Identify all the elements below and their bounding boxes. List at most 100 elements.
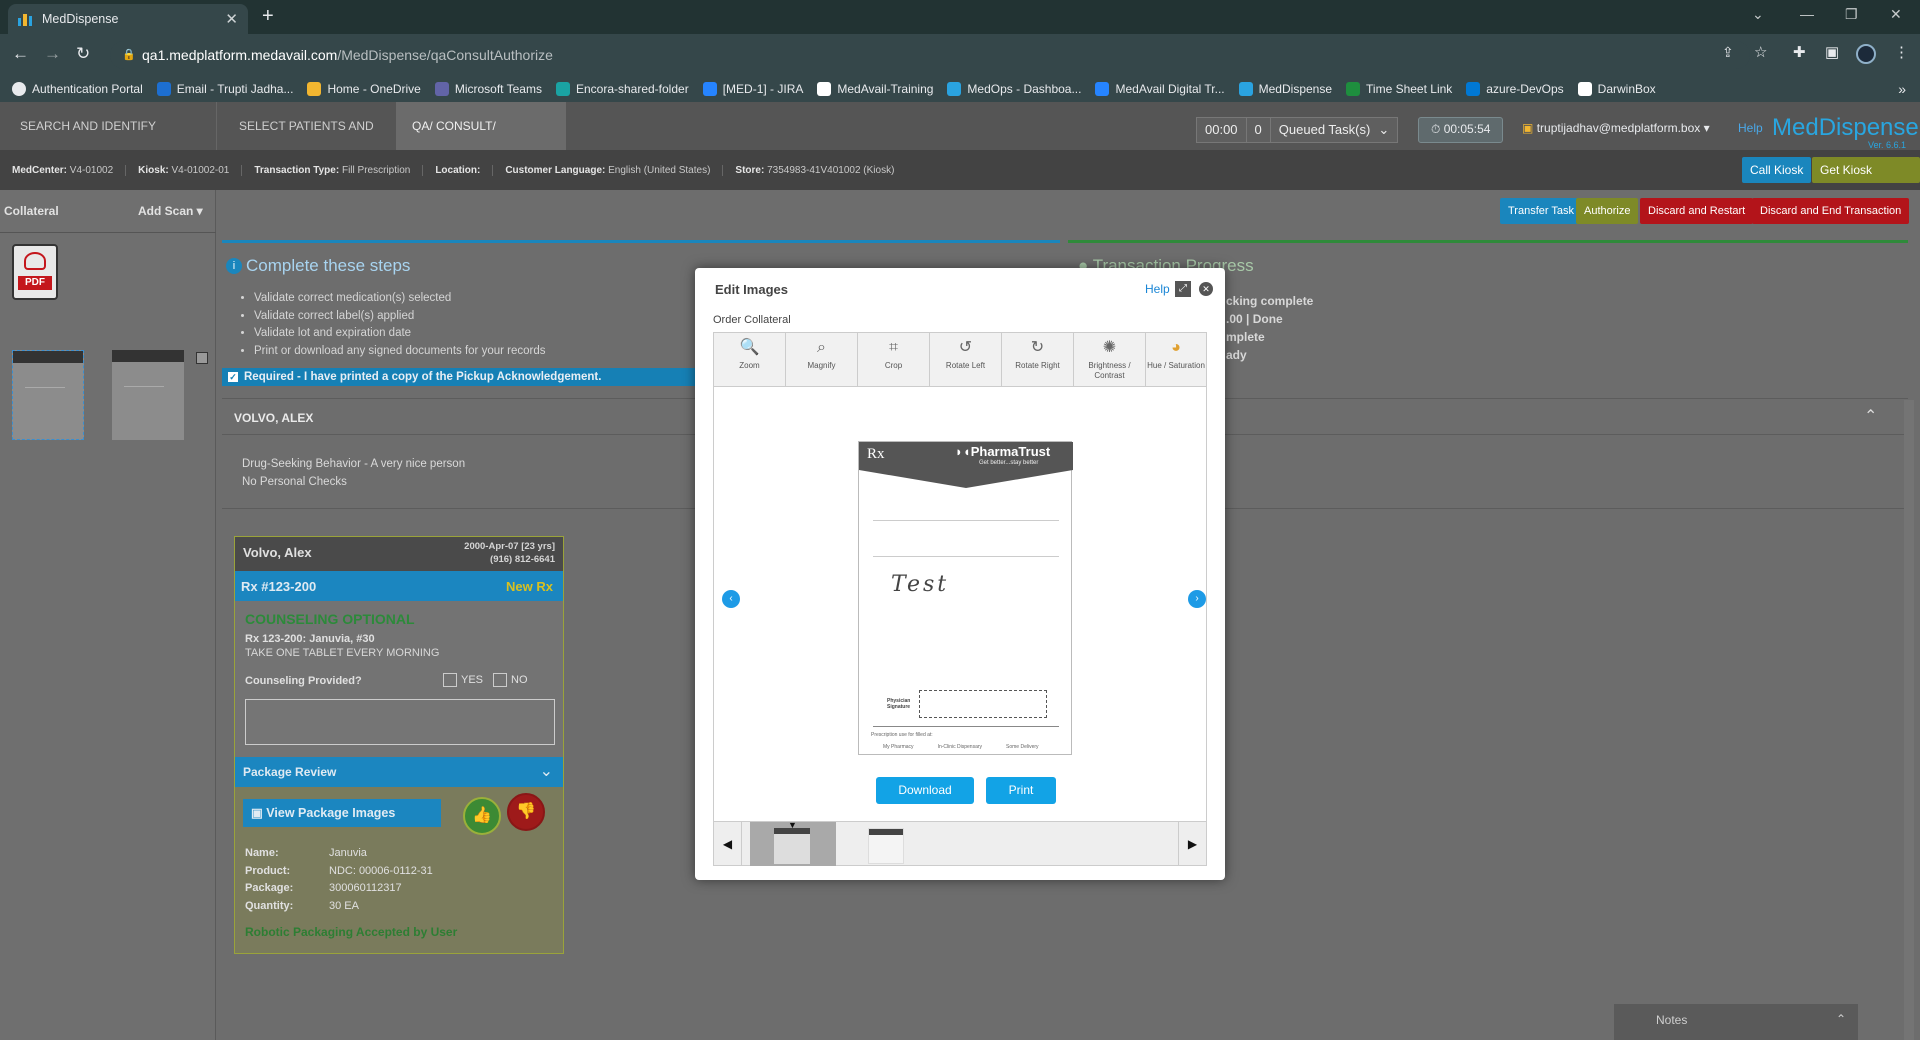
scrollbar[interactable] xyxy=(1904,400,1914,1040)
bookmark-item[interactable]: Email - Trupti Jadha... xyxy=(156,82,293,96)
bookmark-star-icon[interactable]: ☆ xyxy=(1754,43,1767,61)
step-item: Validate correct label(s) applied xyxy=(254,308,546,326)
yes-checkbox[interactable] xyxy=(443,673,457,687)
steps-title-text: Complete these steps xyxy=(246,256,411,275)
strip-thumbnail-selected[interactable]: ▼ xyxy=(750,820,836,866)
close-window-icon[interactable]: ✕ xyxy=(1890,6,1902,23)
browser-tab[interactable]: MedDispense ✕ xyxy=(8,4,248,34)
rotate-left-tool[interactable]: ↺ Rotate Left xyxy=(930,333,1002,387)
pdf-icon[interactable]: PDF xyxy=(12,244,58,300)
bookmark-label: DarwinBox xyxy=(1597,82,1656,96)
hue-saturation-tool[interactable]: ◕ Hue / Saturation xyxy=(1146,333,1206,387)
crumb-search-customer[interactable]: SEARCH AND IDENTIFY CUSTOMER xyxy=(0,102,216,181)
url-field[interactable]: 🔒 qa1.medplatform.medavail.com/MedDispen… xyxy=(110,41,1750,69)
select-checkbox[interactable] xyxy=(196,352,208,364)
thumbs-down-icon[interactable]: 👎 xyxy=(507,793,545,831)
collapse-chevron-icon[interactable]: ⌃ xyxy=(1864,406,1877,426)
thumbs-up-icon[interactable]: 👍 xyxy=(463,797,501,835)
bookmark-item[interactable]: Time Sheet Link xyxy=(1346,82,1452,96)
no-checkbox[interactable] xyxy=(493,673,507,687)
profile-avatar[interactable] xyxy=(1856,44,1876,64)
authorize-button[interactable]: Authorize xyxy=(1576,198,1639,224)
notes-label: Notes xyxy=(1656,1013,1688,1027)
call-kiosk-button[interactable]: Call Kiosk xyxy=(1742,157,1812,183)
collateral-thumbnail[interactable] xyxy=(112,350,184,440)
restore-icon[interactable]: ❐ xyxy=(1845,6,1858,23)
close-icon[interactable]: ✕ xyxy=(1199,282,1213,296)
discard-end-button[interactable]: Discard and End Transaction xyxy=(1752,198,1910,224)
bookmark-item[interactable]: Home - OneDrive xyxy=(307,82,421,96)
bookmark-item[interactable]: [MED-1] - JIRA xyxy=(702,82,803,96)
rx-card: Volvo, Alex 2000-Apr-07 [23 yrs] (916) 81… xyxy=(234,536,564,954)
get-kiosk-screen-button[interactable]: Get Kiosk Screen xyxy=(1812,157,1920,203)
menu-kebab-icon[interactable]: ⋮ xyxy=(1894,43,1909,61)
view-package-images-button[interactable]: ▣ View Package Images xyxy=(243,799,441,827)
counseling-yes[interactable]: YES xyxy=(443,673,483,687)
minimize-icon[interactable]: — xyxy=(1800,6,1814,22)
meddispense-logo: MedDispense xyxy=(1772,114,1919,142)
new-tab-icon[interactable]: + xyxy=(262,5,274,28)
onedrive-icon xyxy=(307,82,322,96)
crop-tool[interactable]: ⌗ Crop xyxy=(858,333,930,387)
tab-search-icon[interactable]: ⌄ xyxy=(1752,6,1764,23)
back-icon[interactable]: ← xyxy=(12,44,29,64)
field-value: NDC: 00006-0112-31 xyxy=(329,864,433,877)
bookmark-item[interactable]: MedDispense xyxy=(1238,82,1332,96)
edit-images-modal: Edit Images Help ⤢ ✕ Order Collateral 🔍 Z… xyxy=(695,268,1225,880)
document-preview: Rx ◗◖PharmaTrust Get better...stay bette… xyxy=(858,441,1073,755)
package-field: Package: 300060112317 xyxy=(245,880,433,898)
user-menu[interactable]: ▣ truptijadhav@medplatform.box ▾ xyxy=(1522,121,1710,135)
download-button[interactable]: Download xyxy=(876,777,974,804)
extensions-icon[interactable]: ✚ xyxy=(1793,43,1806,61)
strip-prev-icon[interactable]: ◀ xyxy=(714,822,742,866)
rx-bar[interactable]: Rx #123-200 New Rx xyxy=(235,571,563,601)
package-review-header[interactable]: Package Review ⌄ xyxy=(235,757,563,787)
expand-icon[interactable]: ⤢ xyxy=(1175,281,1191,297)
strip-thumbnail[interactable] xyxy=(844,822,930,866)
brightness-tool[interactable]: ✺ Brightness / Contrast xyxy=(1074,333,1146,387)
close-tab-icon[interactable]: ✕ xyxy=(225,10,238,28)
modal-help-link[interactable]: Help xyxy=(1145,282,1170,296)
bookmark-item[interactable]: MedAvail Digital Tr... xyxy=(1095,82,1225,96)
bookmarks-bar: Authentication Portal Email - Trupti Jad… xyxy=(0,76,1920,102)
magnify-tool[interactable]: ⌕ Magnify xyxy=(786,333,858,387)
help-link[interactable]: Help xyxy=(1738,121,1763,135)
next-image-icon[interactable]: › xyxy=(1188,590,1206,608)
bookmark-item[interactable]: Authentication Portal xyxy=(12,82,143,96)
counseling-no[interactable]: NO xyxy=(493,673,528,687)
transfer-task-button[interactable]: Transfer Task xyxy=(1500,198,1583,224)
bookmark-item[interactable]: Encora-shared-folder xyxy=(555,82,689,96)
darwinbox-icon xyxy=(1577,82,1592,96)
bookmark-item[interactable]: azure-DevOps xyxy=(1466,82,1564,96)
rotate-right-tool[interactable]: ↻ Rotate Right xyxy=(1002,333,1074,387)
strip-next-icon[interactable]: ▶ xyxy=(1178,822,1206,866)
zoom-tool[interactable]: 🔍 Zoom xyxy=(714,333,786,387)
notes-panel-tab[interactable]: Notes ⌃ xyxy=(1614,1004,1858,1040)
add-scan-dropdown[interactable]: Add Scan ▾ xyxy=(138,204,203,218)
crumb-select-patients[interactable]: SELECT PATIENTS AND RXS xyxy=(216,102,396,181)
crumb-qa-consult[interactable]: QA/ CONSULT/ AUTHORIZE xyxy=(396,102,566,181)
bookmark-item[interactable]: Microsoft Teams xyxy=(434,82,542,96)
bookmark-item[interactable]: MedAvail-Training xyxy=(817,82,933,96)
bookmark-item[interactable]: MedOps - Dashboa... xyxy=(947,82,1081,96)
forward-icon[interactable]: → xyxy=(44,44,61,64)
queue-status[interactable]: 00:00 0 Queued Task(s) ⌄ xyxy=(1196,117,1399,143)
prev-image-icon[interactable]: ‹ xyxy=(722,590,740,608)
tool-label: Crop xyxy=(884,361,903,370)
reload-icon[interactable]: ↻ xyxy=(76,44,90,64)
brightness-icon: ✺ xyxy=(1102,339,1117,356)
bookmark-item[interactable]: DarwinBox xyxy=(1577,82,1656,96)
collateral-thumbnail[interactable] xyxy=(12,350,84,440)
side-panel-icon[interactable]: ▣ xyxy=(1825,43,1839,61)
session-clock: ⏱ 00:05:54 xyxy=(1418,117,1504,143)
share-icon[interactable]: ⇪ xyxy=(1722,44,1734,61)
more-bookmarks-icon[interactable]: » xyxy=(1898,81,1906,97)
discard-restart-button[interactable]: Discard and Restart xyxy=(1640,198,1754,224)
steps-title: i Complete these steps xyxy=(226,256,410,276)
counseling-notes-textarea[interactable] xyxy=(245,699,555,745)
bookmark-label: MedOps - Dashboa... xyxy=(967,82,1082,96)
print-button[interactable]: Print xyxy=(986,777,1056,804)
no-label: NO xyxy=(511,674,528,686)
steps-accent-bar xyxy=(222,240,1060,243)
info-icon: i xyxy=(226,258,242,274)
